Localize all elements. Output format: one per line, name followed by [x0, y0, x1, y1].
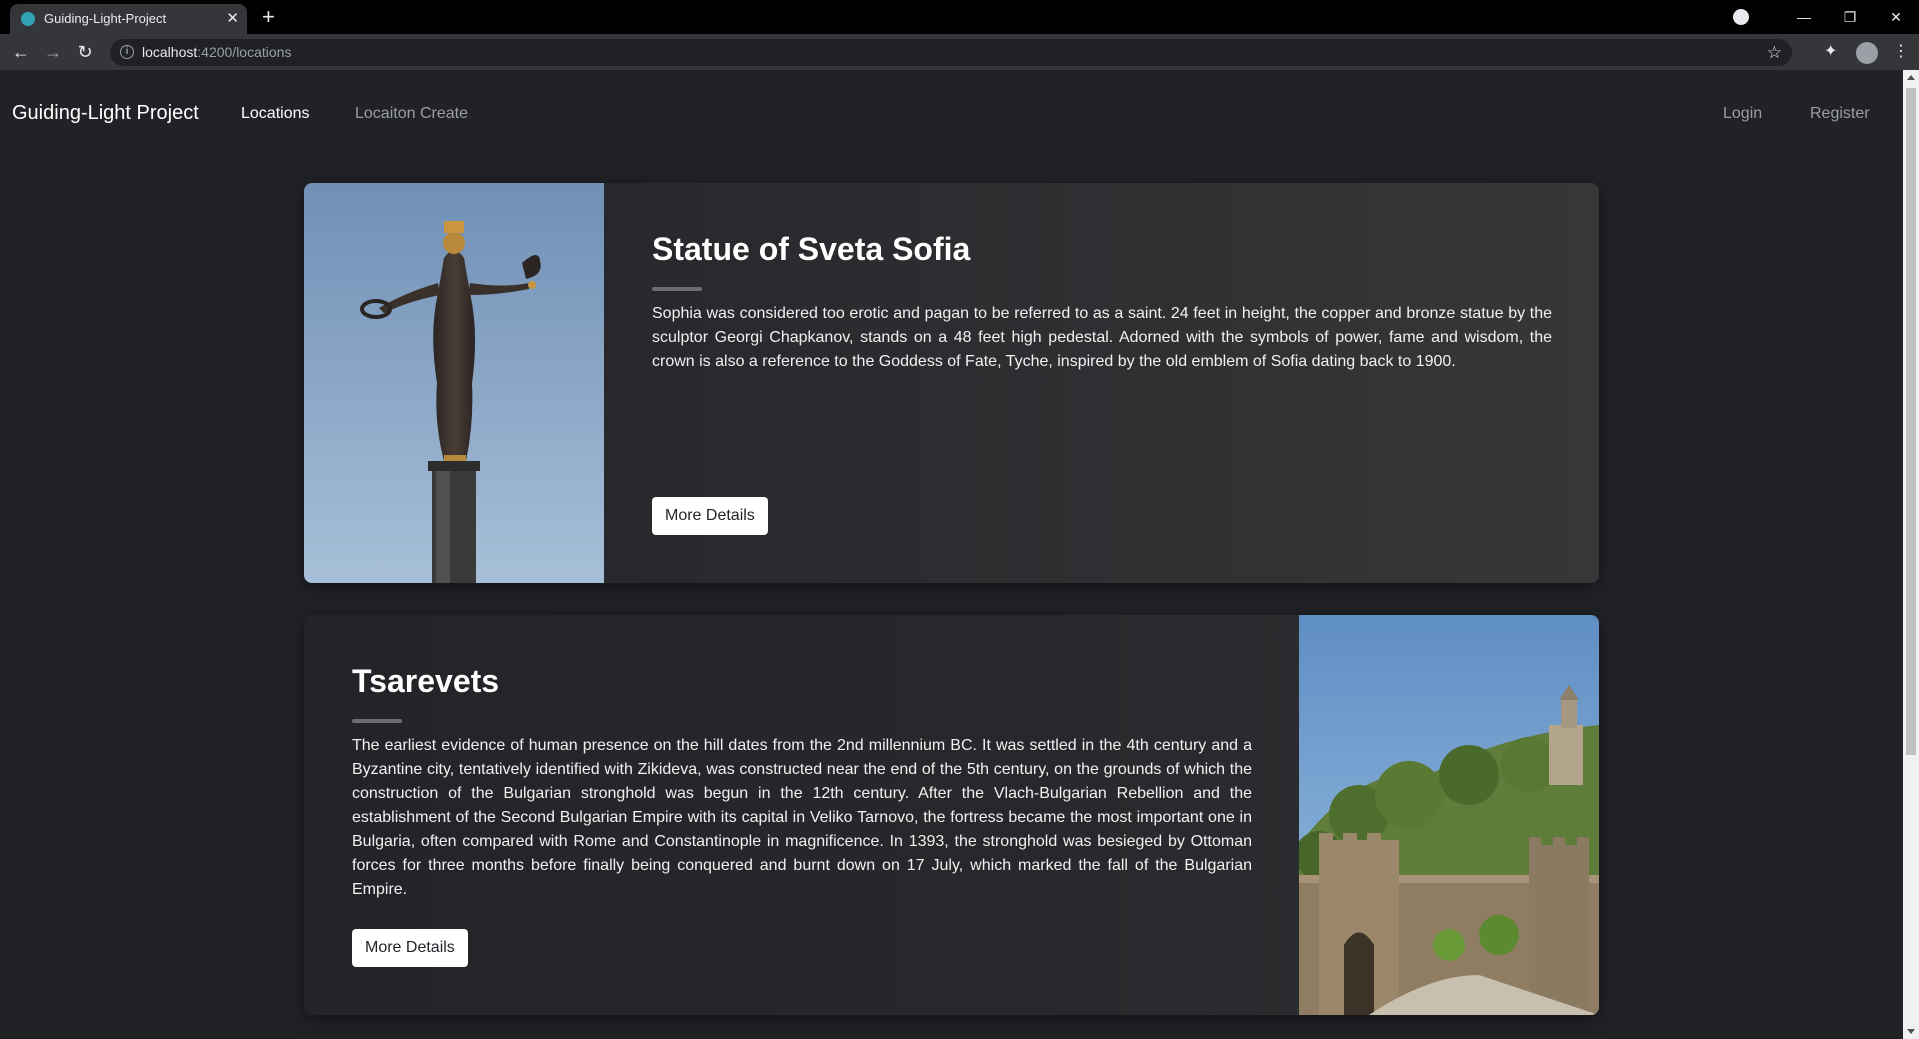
tab-title: Guiding-Light-Project	[44, 11, 167, 26]
forward-button[interactable]: →	[41, 40, 65, 64]
site-info-icon[interactable]: i	[120, 45, 134, 59]
more-details-button[interactable]: More Details	[352, 929, 468, 967]
browser-tab[interactable]: Guiding-Light-Project ✕	[10, 4, 247, 34]
browser-toolbar: ← → ↻ i localhost:4200/locations ☆ ✦ ⋮	[0, 34, 1919, 70]
window-close-button[interactable]: ✕	[1873, 9, 1919, 26]
window-controls: — ❐ ✕	[1733, 0, 1919, 34]
back-button[interactable]: ←	[9, 40, 33, 64]
minimize-button[interactable]: —	[1781, 9, 1827, 25]
location-card: Tsarevets The earliest evidence of human…	[304, 615, 1599, 1015]
nav-link-locations[interactable]: Locations	[241, 105, 310, 123]
site-brand[interactable]: Guiding-Light Project	[12, 102, 199, 125]
page-scrollbar[interactable]	[1903, 70, 1919, 1039]
scroll-down-icon[interactable]	[1907, 1029, 1915, 1034]
profile-avatar[interactable]	[1856, 42, 1878, 64]
location-description: Sophia was considered too erotic and pag…	[652, 305, 1552, 370]
scrollbar-thumb[interactable]	[1906, 88, 1916, 755]
address-bar[interactable]: i localhost:4200/locations ☆	[110, 39, 1792, 66]
location-title: Tsarevets	[352, 663, 500, 699]
location-card: Statue of Sveta Sofia Sophia was conside…	[304, 183, 1599, 583]
nav-link-login[interactable]: Login	[1723, 105, 1762, 123]
location-title: Statue of Sveta Sofia	[652, 231, 971, 267]
browser-tab-strip: Guiding-Light-Project ✕ + — ❐ ✕	[0, 0, 1919, 34]
title-divider	[652, 287, 702, 291]
browser-menu-icon[interactable]: ⋮	[1893, 40, 1909, 64]
restore-button[interactable]: ❐	[1827, 9, 1873, 26]
site-favicon-icon	[21, 12, 35, 26]
url-text[interactable]: localhost:4200/locations	[142, 39, 291, 66]
title-divider	[352, 719, 402, 723]
site-navbar: Guiding-Light Project Locations Locaiton…	[0, 70, 1903, 160]
page-viewport: Guiding-Light Project Locations Locaiton…	[0, 70, 1903, 1039]
bookmark-star-icon[interactable]: ☆	[1767, 39, 1782, 66]
reload-button[interactable]: ↻	[73, 40, 97, 64]
location-description: The earliest evidence of human presence …	[352, 737, 1252, 898]
more-details-button[interactable]: More Details	[652, 497, 768, 535]
location-image-fortress	[1299, 615, 1599, 1015]
scroll-up-icon[interactable]	[1907, 75, 1915, 80]
media-control-icon[interactable]	[1733, 9, 1749, 25]
location-image-statue	[304, 183, 604, 583]
extensions-icon[interactable]: ✦	[1824, 40, 1837, 64]
new-tab-button[interactable]: +	[262, 2, 275, 32]
tab-close-icon[interactable]: ✕	[226, 4, 239, 34]
nav-link-location-create[interactable]: Locaiton Create	[355, 105, 468, 123]
nav-link-register[interactable]: Register	[1810, 105, 1870, 123]
